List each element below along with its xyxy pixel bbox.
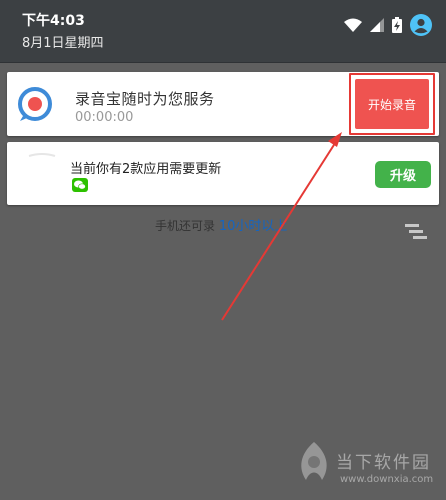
annotation-arrow	[221, 132, 342, 321]
watermark-name: 当下软件园	[336, 453, 431, 473]
watermark-logo	[301, 442, 327, 480]
watermark-url: www.downxia.com	[340, 474, 434, 485]
